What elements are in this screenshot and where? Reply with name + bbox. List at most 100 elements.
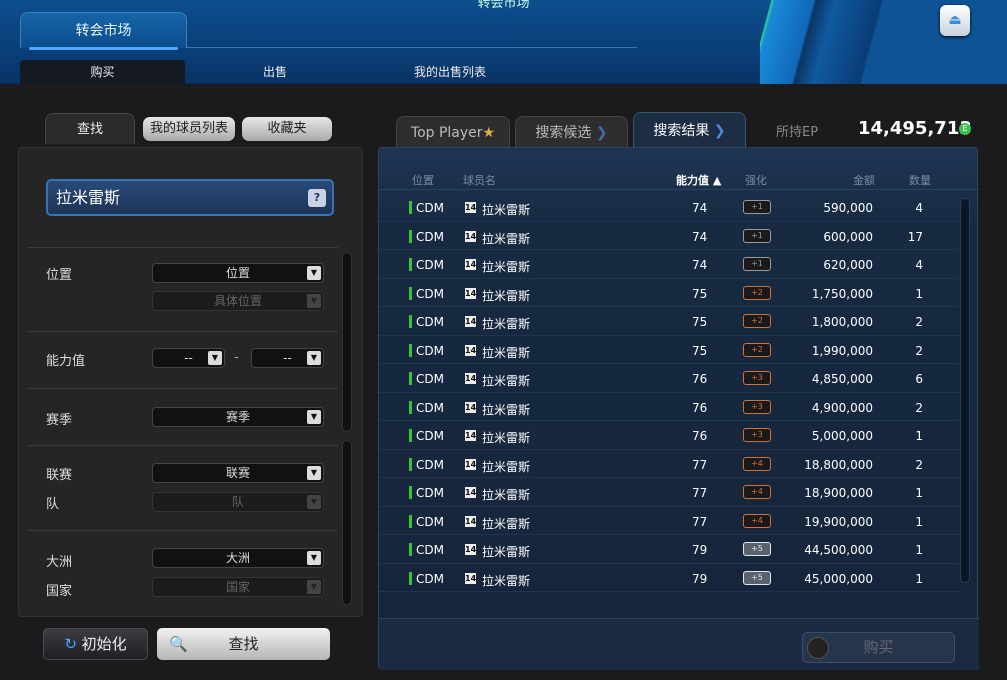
tab-search-results[interactable]: 搜索结果 ❯ xyxy=(633,112,746,148)
enhance-badge: +1 xyxy=(743,228,771,243)
cell-player-name: 拉米雷斯 xyxy=(482,231,531,246)
table-row[interactable]: CDM 14 拉米雷斯 79 +5 45,000,000 1 xyxy=(379,564,959,592)
subtab-buy[interactable]: 购买 xyxy=(20,60,185,84)
enhance-badge: +4 xyxy=(743,513,771,528)
table-row[interactable]: CDM 14 拉米雷斯 76 +3 4,900,000 2 xyxy=(379,393,959,421)
cell-position: CDM xyxy=(416,571,444,586)
ep-balance: 14,495,713 xyxy=(858,118,972,139)
reset-label: 初始化 xyxy=(81,635,127,653)
cell-price: 18,900,000 xyxy=(804,486,873,500)
table-row[interactable]: CDM 14 拉米雷斯 77 +4 18,900,000 1 xyxy=(379,478,959,507)
ep-label: 所持EP xyxy=(776,125,819,140)
table-row[interactable]: CDM 14 拉米雷斯 75 +2 1,990,000 2 xyxy=(379,336,959,364)
position-select[interactable]: 位置 ▼ xyxy=(152,263,324,283)
table-row[interactable]: CDM 14 拉米雷斯 74 +1 600,000 17 xyxy=(379,222,959,250)
star-icon: ★ xyxy=(482,125,496,141)
continent-select[interactable]: 大洲 ▼ xyxy=(152,548,324,568)
chevron-down-icon: ▼ xyxy=(208,351,222,365)
position-color-bar xyxy=(409,429,412,442)
filter-label-season: 赛季 xyxy=(46,413,73,428)
cell-player-name: 拉米雷斯 xyxy=(482,488,531,502)
chevron-down-icon: ▼ xyxy=(307,466,321,480)
tab-find[interactable]: 查找 xyxy=(45,113,135,144)
ability-max-select[interactable]: -- ▼ xyxy=(251,348,324,368)
find-label: 查找 xyxy=(228,635,259,653)
results-scrollbar[interactable] xyxy=(960,198,970,583)
cell-ability: 77 xyxy=(692,457,708,472)
position-color-bar xyxy=(409,343,412,357)
cell-player-name: 拉米雷斯 xyxy=(482,288,531,303)
find-button[interactable]: 🔍 查找 xyxy=(157,628,330,660)
reset-button[interactable]: ↻ 初始化 xyxy=(43,628,148,660)
cell-price: 5,000,000 xyxy=(811,429,873,443)
tab-search-candidates[interactable]: 搜索候选 ❯ xyxy=(515,116,628,148)
filter-label-ability: 能力值 xyxy=(46,354,86,369)
help-button[interactable]: ? xyxy=(308,189,326,207)
table-row[interactable]: CDM 14 拉米雷斯 79 +5 44,500,000 1 xyxy=(379,535,959,564)
cell-player-name: 拉米雷斯 xyxy=(482,402,531,417)
eject-icon: ⏏ xyxy=(948,12,962,28)
col-ability[interactable]: 能力值 ▲ xyxy=(676,172,721,188)
select-value: 国家 xyxy=(225,580,250,594)
cell-quantity: 6 xyxy=(915,372,923,386)
enhance-badge: +1 xyxy=(743,200,771,214)
league-select[interactable]: 联赛 ▼ xyxy=(152,463,324,483)
table-row[interactable]: CDM 14 拉米雷斯 77 +4 18,800,000 2 xyxy=(379,450,959,478)
cell-ability: 77 xyxy=(692,486,708,500)
tab-transfer-market[interactable]: 转会市场 xyxy=(20,12,187,50)
cell-ability: 76 xyxy=(692,372,708,386)
cell-position: CDM xyxy=(416,429,444,443)
season-badge-icon: 14 xyxy=(465,515,477,527)
enhance-badge: +4 xyxy=(743,456,771,471)
filter-scrollbar[interactable] xyxy=(342,252,352,432)
enhance-badge: +5 xyxy=(743,542,771,556)
col-price[interactable]: 金额 xyxy=(853,172,875,188)
divider xyxy=(28,530,338,531)
filter-scrollbar-track[interactable] xyxy=(342,440,352,605)
table-row[interactable]: CDM 14 拉米雷斯 77 +4 19,900,000 1 xyxy=(379,507,959,535)
chevron-down-icon: ▼ xyxy=(307,495,321,509)
tab-my-players[interactable]: 我的球员列表 xyxy=(143,117,235,141)
ep-coin-icon: E xyxy=(959,123,971,135)
divider xyxy=(187,47,637,48)
table-row[interactable]: CDM 14 拉米雷斯 75 +2 1,800,000 2 xyxy=(379,307,959,336)
table-row[interactable]: CDM 14 拉米雷斯 76 +3 5,000,000 1 xyxy=(379,421,959,450)
cell-price: 620,000 xyxy=(823,258,873,272)
subtab-my-sell-list[interactable]: 我的出售列表 xyxy=(370,60,530,84)
cell-quantity: 1 xyxy=(915,429,923,443)
tab-top-player[interactable]: Top Player★ xyxy=(396,116,510,148)
cell-price: 45,000,000 xyxy=(804,571,873,586)
team-select: 队 ▼ xyxy=(152,492,324,512)
chevron-right-icon: ❯ xyxy=(595,125,608,141)
subtab-sell[interactable]: 出售 xyxy=(195,60,355,84)
ability-min-select[interactable]: -- ▼ xyxy=(152,348,225,368)
player-search-input[interactable]: 拉米雷斯? xyxy=(46,179,334,216)
chevron-down-icon: ▼ xyxy=(307,294,321,308)
cell-player-name: 拉米雷斯 xyxy=(482,573,531,588)
table-row[interactable]: CDM 14 拉米雷斯 75 +2 1,750,000 1 xyxy=(379,279,959,307)
tab-favorites[interactable]: 收藏夹 xyxy=(242,117,332,141)
search-icon: 🔍 xyxy=(169,635,188,653)
position-color-bar xyxy=(409,514,412,528)
col-enhance[interactable]: 强化 xyxy=(745,172,767,188)
cell-ability: 75 xyxy=(692,343,708,358)
cell-position: CDM xyxy=(416,372,444,386)
select-value: 赛季 xyxy=(225,410,250,424)
table-row[interactable]: CDM 14 拉米雷斯 76 +3 4,850,000 6 xyxy=(379,364,959,393)
cell-player-name: 拉米雷斯 xyxy=(482,345,531,360)
buy-button[interactable]: 购买 xyxy=(802,632,955,663)
select-value: -- xyxy=(283,351,292,365)
position-color-bar xyxy=(409,315,412,328)
table-row[interactable]: CDM 14 拉米雷斯 74 +1 590,000 4 xyxy=(379,193,959,222)
season-badge-icon: 14 xyxy=(465,316,477,327)
col-position[interactable]: 位置 xyxy=(412,172,434,188)
enhance-badge: +4 xyxy=(743,485,771,499)
enhance-badge: +2 xyxy=(743,285,771,300)
col-player-name[interactable]: 球员名 xyxy=(463,172,496,188)
select-value: 队 xyxy=(231,495,244,509)
eject-button[interactable]: ⏏ xyxy=(940,5,970,36)
season-select[interactable]: 赛季 ▼ xyxy=(152,407,324,427)
col-quantity[interactable]: 数量 xyxy=(909,172,931,188)
table-row[interactable]: CDM 14 拉米雷斯 74 +1 620,000 4 xyxy=(379,250,959,279)
cell-ability: 75 xyxy=(692,315,708,329)
